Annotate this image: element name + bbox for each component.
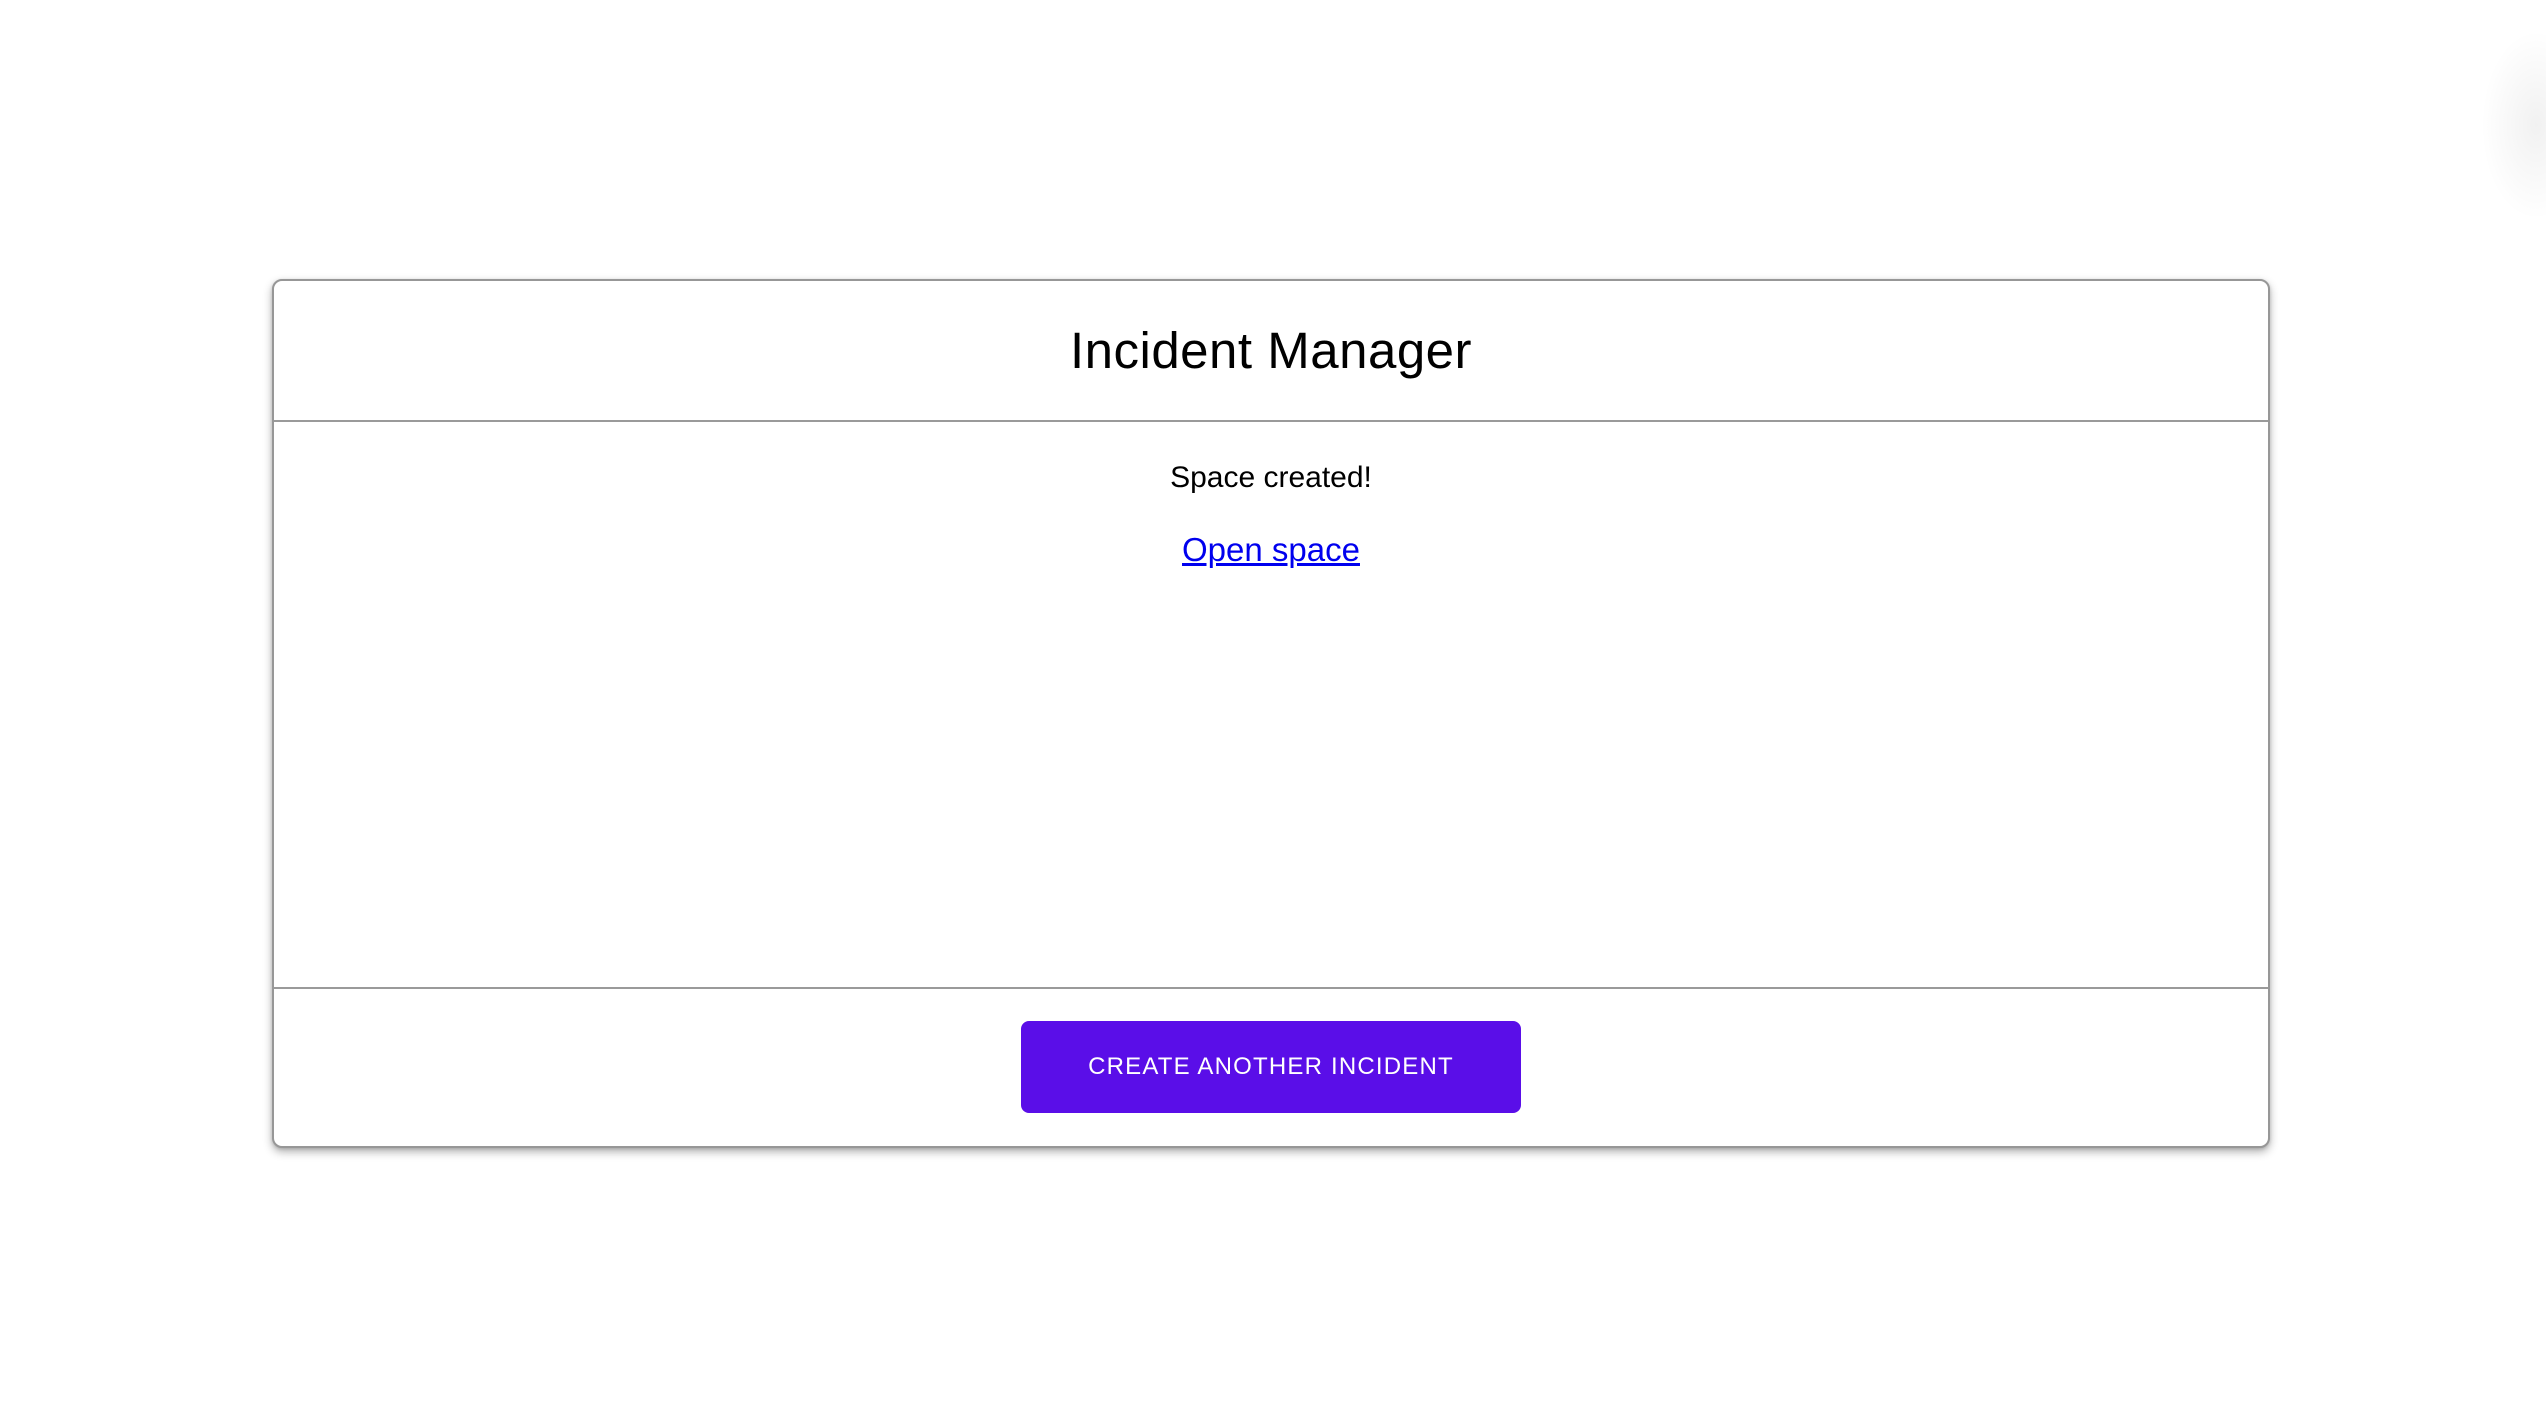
card-footer: CREATE ANOTHER INCIDENT (274, 989, 2268, 1146)
page: Incident Manager Space created! Open spa… (0, 0, 2546, 1427)
status-message: Space created! (1170, 461, 1372, 494)
page-title: Incident Manager (1069, 322, 1473, 379)
card-body: Space created! Open space (274, 422, 2268, 987)
open-space-link[interactable]: Open space (1182, 530, 1360, 570)
card-header: Incident Manager (274, 281, 2268, 420)
create-another-incident-button[interactable]: CREATE ANOTHER INCIDENT (1021, 1021, 1521, 1113)
incident-manager-card: Incident Manager Space created! Open spa… (272, 279, 2270, 1148)
edge-glow (2481, 30, 2546, 220)
